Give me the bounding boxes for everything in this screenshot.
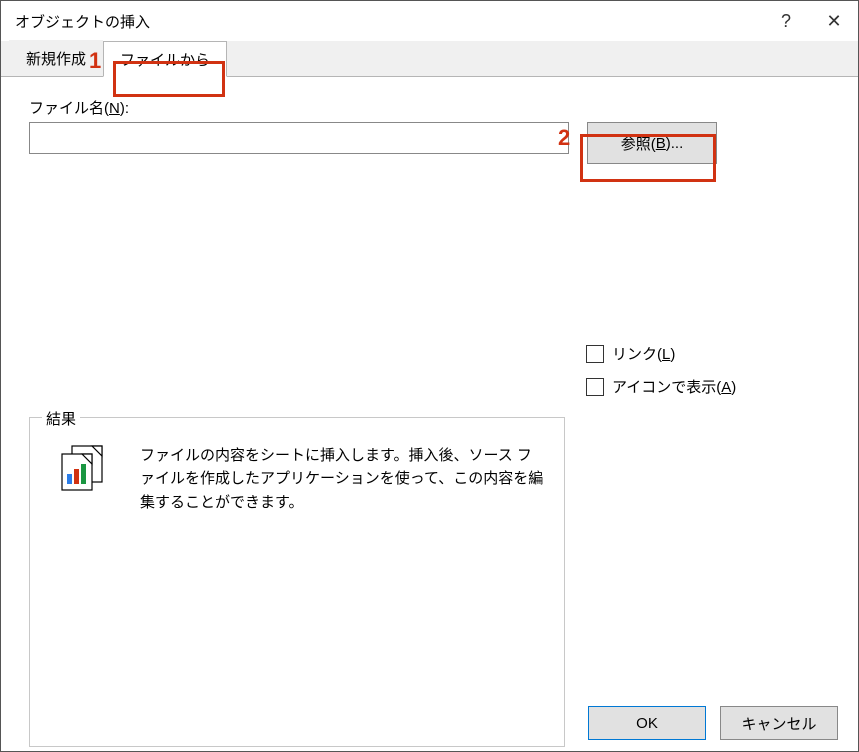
tab-from-file[interactable]: ファイルから: [103, 41, 227, 77]
browse-suffix: )...: [666, 135, 684, 152]
filename-input[interactable]: [29, 122, 569, 154]
showicon-suffix: ): [731, 379, 736, 396]
question-icon: ?: [781, 11, 791, 32]
result-legend: 結果: [42, 408, 80, 429]
result-body: ファイルの内容をシートに挿入します。挿入後、ソース ファイルを作成したアプリケー…: [30, 418, 564, 514]
help-button[interactable]: ?: [762, 1, 810, 41]
filename-label-prefix: ファイル名(: [29, 100, 109, 117]
filename-label-accel: N: [109, 100, 120, 117]
tab-content: ファイル名(N): 参照(B)... リンク(L) アイコンで表示(A): [1, 77, 858, 695]
filename-label: ファイル名(N):: [29, 97, 830, 118]
cancel-button[interactable]: キャンセル: [720, 706, 838, 740]
ok-button[interactable]: OK: [588, 706, 706, 740]
dialog-title: オブジェクトの挿入: [15, 11, 150, 32]
embed-document-icon: [58, 444, 112, 514]
close-icon: ✕: [826, 11, 841, 32]
show-as-icon-label: アイコンで表示(A): [612, 376, 736, 397]
result-description: ファイルの内容をシートに挿入します。挿入後、ソース ファイルを作成したアプリケー…: [140, 444, 544, 514]
link-suffix: ): [670, 346, 675, 363]
showicon-prefix: アイコンで表示(: [612, 379, 721, 396]
close-button[interactable]: ✕: [810, 1, 858, 41]
result-groupbox: 結果 ファイルの内容をシートに挿入します。挿入後、ソース ファイルを作成したアプ…: [29, 417, 565, 747]
titlebar-buttons: ? ✕: [762, 1, 858, 41]
link-prefix: リンク(: [612, 346, 662, 363]
browse-prefix: 参照(: [621, 133, 656, 154]
insert-object-dialog: オブジェクトの挿入 ? ✕ 新規作成 ファイルから ファイル名(N): 参照(B…: [0, 0, 859, 752]
browse-button[interactable]: 参照(B)...: [587, 122, 717, 164]
tab-create-new[interactable]: 新規作成: [9, 40, 103, 76]
show-as-icon-row: アイコンで表示(A): [586, 376, 736, 397]
options-group: リンク(L) アイコンで表示(A): [586, 343, 736, 397]
titlebar: オブジェクトの挿入 ? ✕: [1, 1, 858, 41]
link-label: リンク(L): [612, 343, 675, 364]
filename-label-suffix: ):: [120, 100, 129, 117]
showicon-accel: A: [721, 379, 731, 396]
link-checkbox-row: リンク(L): [586, 343, 736, 364]
browse-accel: B: [656, 135, 666, 152]
file-row: 参照(B)...: [29, 122, 830, 164]
show-as-icon-checkbox[interactable]: [586, 378, 604, 396]
link-checkbox[interactable]: [586, 345, 604, 363]
tabstrip: 新規作成 ファイルから: [1, 41, 858, 76]
